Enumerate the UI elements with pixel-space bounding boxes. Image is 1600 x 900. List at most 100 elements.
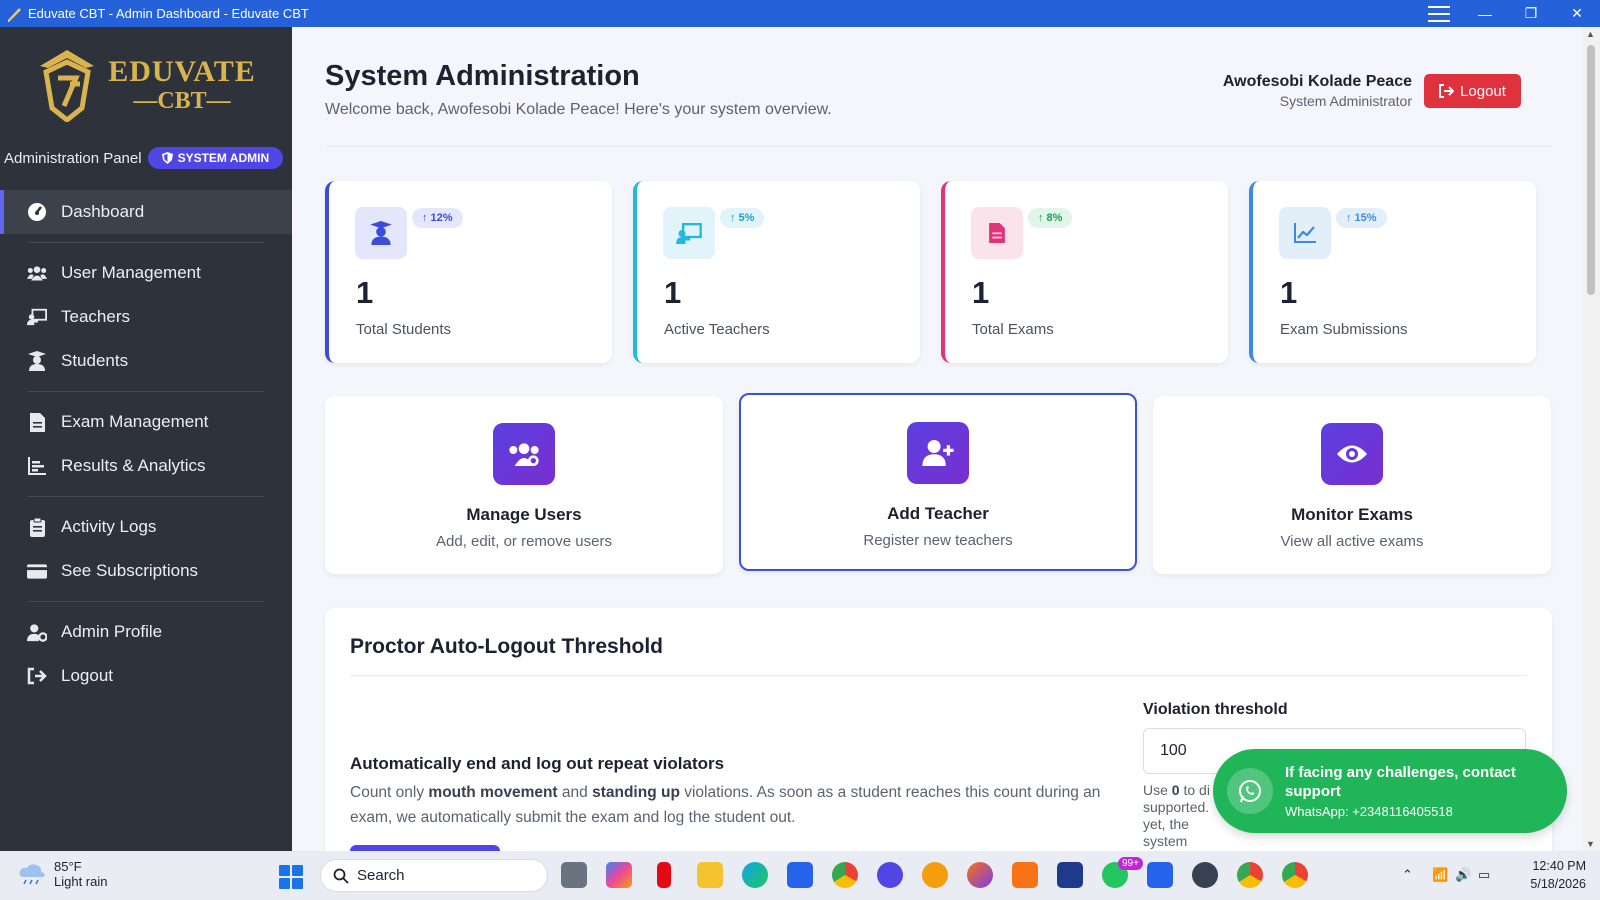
logo-emblem-icon [40, 49, 95, 122]
taskbar-search[interactable]: Search [320, 859, 548, 892]
volume-icon[interactable]: 🔊 [1455, 867, 1471, 883]
weather-widget[interactable]: 85°F Light rain [18, 859, 107, 889]
weather-desc: Light rain [54, 874, 108, 889]
notification-badge: 99+ [1118, 857, 1143, 870]
search-icon [333, 868, 349, 884]
nav-divider [28, 242, 264, 243]
chevron-up-icon[interactable]: ⌃ [1402, 867, 1413, 883]
action-desc: View all active exams [1280, 533, 1424, 550]
file-icon [27, 412, 47, 432]
whatsapp-support-widget[interactable]: If facing any challenges, contact suppor… [1213, 749, 1567, 833]
chalkboard-teacher-icon [663, 207, 715, 259]
sidebar-item-exam-management[interactable]: Exam Management [0, 400, 292, 444]
support-title: If facing any challenges, contact suppor… [1285, 764, 1516, 800]
header-divider [325, 146, 1552, 147]
panel-divider [350, 675, 1527, 676]
menu-icon[interactable] [1416, 0, 1462, 27]
chrome-profile2-icon[interactable] [1282, 862, 1308, 888]
chalkboard-teacher-icon [27, 307, 47, 327]
action-desc: Add, edit, or remove users [436, 533, 612, 550]
minimize-button[interactable]: — [1462, 0, 1508, 27]
sidebar-item-user-management[interactable]: User Management [0, 251, 292, 295]
brand-logo[interactable]: EDUVATE —CBT— [0, 27, 292, 142]
stat-label: Exam Submissions [1280, 321, 1408, 338]
trend-badge: ↑ 12% [412, 208, 463, 228]
app-icon[interactable] [1057, 862, 1083, 888]
sidebar-item-activity-logs[interactable]: Activity Logs [0, 505, 292, 549]
panel-label: Administration Panel [4, 149, 142, 167]
sidebar-item-teachers[interactable]: Teachers [0, 295, 292, 339]
store-icon[interactable] [787, 862, 813, 888]
main-content: System Administration Welcome back, Awof… [292, 27, 1582, 851]
sidebar-item-results-analytics[interactable]: Results & Analytics [0, 444, 292, 488]
page-title: System Administration [325, 60, 640, 92]
action-title: Manage Users [466, 505, 582, 524]
scroll-up-icon[interactable]: ▲ [1586, 29, 1595, 39]
action-desc: Register new teachers [863, 532, 1013, 549]
nav-divider [28, 391, 264, 392]
file-explorer-icon[interactable] [697, 862, 723, 888]
user-plus-icon [907, 422, 969, 484]
task-view-icon[interactable] [561, 862, 587, 888]
bar-chart-icon [27, 456, 47, 476]
user-role: System Administrator [1279, 93, 1412, 109]
eye-icon [1321, 423, 1383, 485]
windows-taskbar: 85°F Light rain Search 99+ ⌃ 📶 🔊 ▭ 12:40… [0, 851, 1600, 900]
chrome-icon[interactable] [832, 862, 858, 888]
sidebar-item-dashboard[interactable]: Dashboard [0, 190, 292, 234]
sidebar: EDUVATE —CBT— Administration Panel SYSTE… [0, 27, 292, 851]
graduate-icon [27, 351, 47, 371]
threshold-label: Violation threshold [1143, 701, 1288, 718]
stat-label: Total Students [356, 321, 452, 338]
stat-value: 1 [664, 275, 682, 310]
edge-icon[interactable] [742, 862, 768, 888]
sidebar-item-admin-profile[interactable]: Admin Profile [0, 610, 292, 654]
users-icon [27, 263, 47, 283]
cloud-app-icon[interactable] [1012, 862, 1038, 888]
threshold-help: Use 0 to di supported. yet, the system [1143, 782, 1210, 849]
chrome-profile-icon[interactable] [1237, 862, 1263, 888]
restore-button[interactable]: ❐ [1508, 0, 1554, 27]
user-name: Awofesobi Kolade Peace [1222, 73, 1412, 90]
sidebar-item-logout[interactable]: Logout [0, 654, 292, 698]
stat-card-students[interactable]: ↑ 12% 1 Total Students [325, 181, 612, 363]
gauge-icon [27, 202, 47, 222]
messenger-icon[interactable] [877, 862, 903, 888]
brand-line2: —CBT— [133, 87, 231, 114]
proctor-description: Count only mouth movement and standing u… [350, 784, 1101, 826]
copilot-icon[interactable] [606, 862, 632, 888]
eduvate-taskbar-icon[interactable] [1147, 862, 1173, 888]
trend-badge: ↑ 15% [1336, 208, 1387, 228]
sidebar-item-subscriptions[interactable]: See Subscriptions [0, 549, 292, 593]
stat-card-exams[interactable]: ↑ 8% 1 Total Exams [941, 181, 1228, 363]
netflix-icon[interactable] [657, 862, 671, 888]
weather-temp: 85°F [54, 859, 82, 874]
app-icon [8, 7, 21, 22]
sidebar-nav: Dashboard User Management Teachers Stude… [0, 190, 292, 698]
wifi-icon[interactable]: 📶 [1432, 867, 1448, 883]
stat-card-teachers[interactable]: ↑ 5% 1 Active Teachers [633, 181, 920, 363]
scroll-down-icon[interactable]: ▼ [1586, 839, 1595, 849]
trend-badge: ↑ 5% [720, 208, 765, 228]
monitor-exams-card[interactable]: Monitor Exams View all active exams [1153, 396, 1551, 574]
media-player-icon[interactable] [1192, 862, 1218, 888]
firefox-icon[interactable] [967, 862, 993, 888]
file-icon [971, 207, 1023, 259]
windows-start-icon[interactable] [279, 865, 303, 889]
page-scrollbar[interactable]: ▲ ▼ [1582, 27, 1600, 851]
manage-users-card[interactable]: Manage Users Add, edit, or remove users [325, 396, 723, 574]
action-title: Add Teacher [887, 504, 989, 523]
battery-icon[interactable]: ▭ [1478, 867, 1490, 883]
logout-button[interactable]: Logout [1424, 74, 1521, 108]
stat-card-submissions[interactable]: ↑ 15% 1 Exam Submissions [1249, 181, 1536, 363]
clipboard-icon [27, 517, 47, 537]
add-teacher-card[interactable]: Add Teacher Register new teachers [739, 393, 1137, 571]
system-clock[interactable]: 12:40 PM 5/18/2026 [1530, 857, 1586, 893]
brand-line1: EDUVATE [108, 54, 256, 88]
logout-icon [1439, 84, 1455, 98]
brave-icon[interactable] [922, 862, 948, 888]
scroll-thumb[interactable] [1587, 45, 1595, 295]
stat-label: Active Teachers [664, 321, 770, 338]
sidebar-item-students[interactable]: Students [0, 339, 292, 383]
close-button[interactable]: ✕ [1554, 0, 1600, 27]
